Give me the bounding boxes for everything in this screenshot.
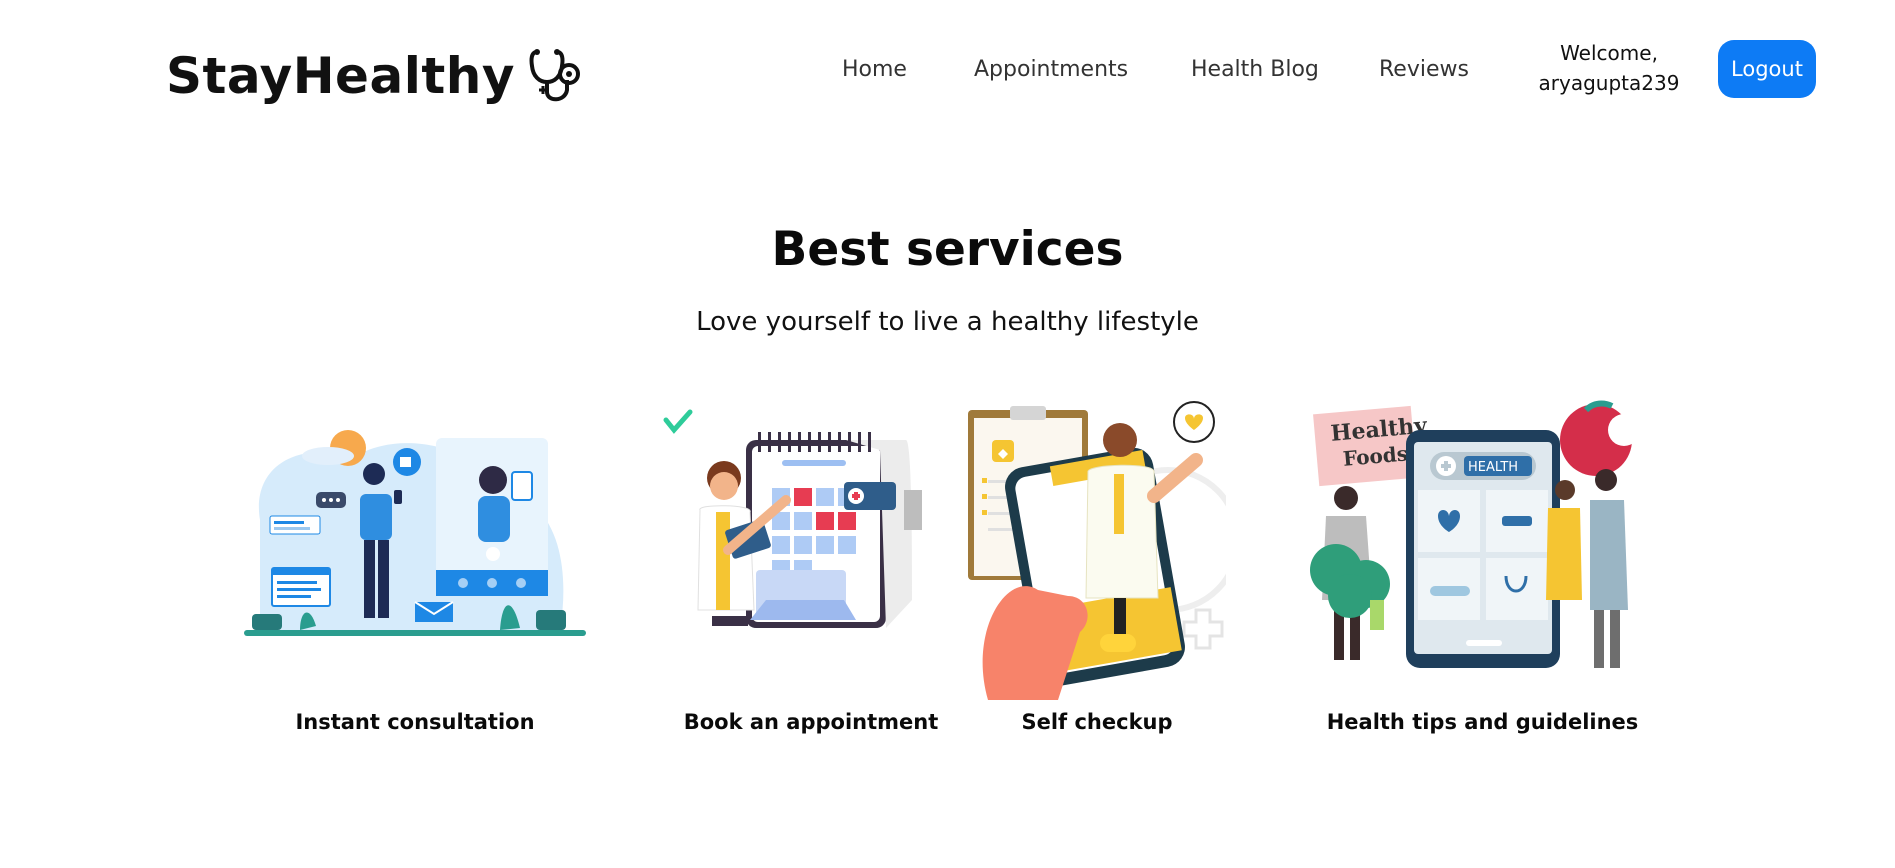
section-title: Best services [771, 222, 1124, 277]
nav-link-reviews[interactable]: Reviews [1379, 52, 1469, 88]
service-label: Instant consultation [295, 710, 535, 734]
service-label: Self checkup [1021, 710, 1173, 734]
welcome-message: Welcome, aryagupta239 [1525, 38, 1693, 98]
navbar: StayHealthy Home Appointments Health Blo… [0, 0, 1895, 140]
service-card-instant-consultation[interactable]: Instant consultation [240, 400, 590, 750]
healthy-foods-illustration: Healthy Foods HEALTH [1310, 400, 1640, 668]
nav-link-appointments[interactable]: Appointments [974, 52, 1128, 88]
welcome-greeting: Welcome, [1560, 41, 1658, 65]
section-subtitle: Love yourself to live a healthy lifestyl… [696, 307, 1199, 337]
calendar-booking-illustration [663, 409, 922, 628]
phone-doctor-illustration [968, 401, 1226, 700]
logout-button[interactable]: Logout [1718, 40, 1816, 98]
service-label: Health tips and guidelines [1326, 710, 1639, 734]
service-card-book-appointment[interactable]: Book an appointment [636, 400, 986, 750]
video-consultation-illustration [244, 430, 586, 636]
welcome-username: aryagupta239 [1538, 71, 1680, 95]
nav-link-health-blog[interactable]: Health Blog [1191, 52, 1319, 88]
service-label: Book an appointment [683, 710, 939, 734]
nav-link-home[interactable]: Home [842, 52, 907, 88]
tablet-screen-health: HEALTH [1468, 460, 1518, 475]
service-card-health-tips[interactable]: Healthy Foods HEALTH Health tips and gui… [1310, 400, 1655, 750]
service-card-self-checkup[interactable]: Self checkup [968, 400, 1226, 750]
